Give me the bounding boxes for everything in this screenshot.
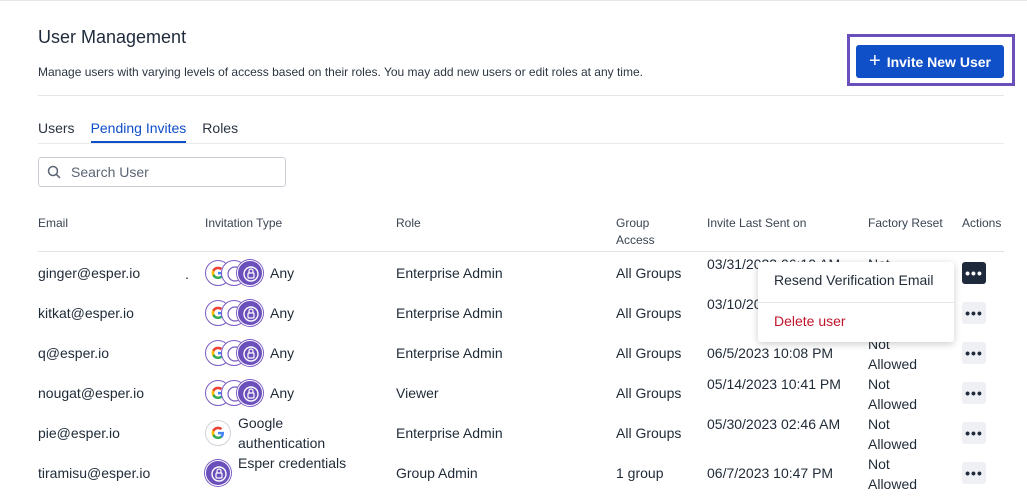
group-access-cell: All Groups bbox=[616, 385, 682, 401]
email-cell: pie@esper.io bbox=[38, 425, 120, 441]
role-cell: Enterprise Admin bbox=[396, 305, 503, 321]
resend-verification-email-item[interactable]: Resend Verification Email bbox=[774, 272, 934, 288]
row-actions-button[interactable]: ••• bbox=[962, 382, 986, 404]
factory-reset-cell: Not Allowed bbox=[868, 376, 918, 412]
group-access-cell: All Groups bbox=[616, 305, 682, 321]
google-icon bbox=[205, 420, 231, 446]
invitation-type-label: Google authentication bbox=[238, 415, 326, 451]
invitation-type-label: Any bbox=[270, 305, 295, 321]
role-cell: Enterprise Admin bbox=[396, 345, 503, 361]
email-cell: tiramisu@esper.io bbox=[38, 465, 151, 481]
invite-sent-cell: 05/30/2023 02:46 AM bbox=[707, 416, 841, 432]
invitation-type-icons bbox=[205, 300, 263, 326]
stray-dot: . bbox=[185, 266, 189, 282]
column-header-email[interactable]: Email bbox=[38, 215, 68, 232]
tab-users[interactable]: Users bbox=[38, 120, 75, 143]
invitation-type-label: Esper credentials bbox=[238, 455, 347, 471]
tab-pending-invites[interactable]: Pending Invites bbox=[90, 120, 187, 143]
tab-bar: Users Pending Invites Roles bbox=[38, 120, 238, 143]
email-cell: ginger@esper.io bbox=[38, 265, 141, 281]
header-divider bbox=[38, 95, 1004, 96]
delete-user-item[interactable]: Delete user bbox=[774, 313, 846, 329]
plus-icon: + bbox=[869, 49, 881, 72]
menu-divider bbox=[758, 302, 954, 303]
invite-new-user-button[interactable]: + Invite New User bbox=[856, 45, 1004, 78]
table-header-divider bbox=[38, 251, 1004, 252]
invitation-type-icons bbox=[205, 260, 263, 286]
email-cell: nougat@esper.io bbox=[38, 385, 145, 401]
esper-icon bbox=[237, 300, 263, 326]
invitation-type-label: Any bbox=[270, 345, 295, 361]
factory-reset-cell: Not Allowed bbox=[868, 456, 918, 492]
esper-icon bbox=[237, 260, 263, 286]
row-actions-button[interactable]: ••• bbox=[962, 342, 986, 364]
invitation-type-icons bbox=[205, 340, 263, 366]
column-header-invitation-type[interactable]: Invitation Type bbox=[205, 215, 282, 232]
column-header-role[interactable]: Role bbox=[396, 215, 421, 232]
group-access-cell: All Groups bbox=[616, 345, 682, 361]
group-access-cell: 1 group bbox=[616, 465, 664, 481]
invitation-type-icons bbox=[205, 380, 263, 406]
group-access-cell: All Groups bbox=[616, 425, 682, 441]
esper-icon bbox=[237, 380, 263, 406]
search-box bbox=[38, 157, 286, 187]
role-cell: Enterprise Admin bbox=[396, 425, 503, 441]
row-actions-button[interactable]: ••• bbox=[962, 422, 986, 444]
page-subtitle: Manage users with varying levels of acce… bbox=[38, 65, 643, 79]
row-actions-button[interactable]: ••• bbox=[962, 262, 986, 284]
search-input[interactable] bbox=[69, 163, 263, 181]
column-header-factory-reset[interactable]: Factory Reset bbox=[868, 215, 943, 232]
row-actions-button[interactable]: ••• bbox=[962, 462, 986, 484]
invitation-type-icons bbox=[205, 420, 231, 446]
tab-divider bbox=[38, 143, 1004, 144]
invite-sent-cell: 06/5/2023 10:08 PM bbox=[707, 345, 834, 361]
row-actions-menu: Resend Verification Email Delete user bbox=[758, 262, 954, 342]
group-access-cell: All Groups bbox=[616, 265, 682, 281]
role-cell: Group Admin bbox=[396, 465, 478, 481]
invite-button-label: Invite New User bbox=[886, 53, 991, 70]
column-header-invite-last-sent[interactable]: Invite Last Sent on bbox=[707, 215, 806, 232]
invitation-type-label: Any bbox=[270, 385, 295, 401]
role-cell: Viewer bbox=[396, 385, 439, 401]
column-header-group-access[interactable]: Group Access bbox=[616, 215, 666, 249]
page-title: User Management bbox=[38, 27, 187, 47]
email-cell: kitkat@esper.io bbox=[38, 305, 134, 321]
search-icon bbox=[47, 165, 61, 179]
factory-reset-cell: Not Allowed bbox=[868, 416, 918, 452]
invite-sent-cell: 05/14/2023 10:41 PM bbox=[707, 376, 841, 392]
role-cell: Enterprise Admin bbox=[396, 265, 503, 281]
esper-icon bbox=[205, 460, 231, 486]
email-cell: q@esper.io bbox=[38, 345, 110, 361]
column-header-actions: Actions bbox=[962, 216, 1002, 230]
esper-icon bbox=[237, 340, 263, 366]
invitation-type-label: Any bbox=[270, 265, 295, 281]
row-actions-button[interactable]: ••• bbox=[962, 302, 986, 324]
invite-sent-cell: 06/7/2023 10:47 PM bbox=[707, 465, 834, 481]
top-border bbox=[0, 0, 1027, 1]
tab-roles[interactable]: Roles bbox=[202, 120, 238, 143]
invitation-type-icons bbox=[205, 460, 231, 486]
